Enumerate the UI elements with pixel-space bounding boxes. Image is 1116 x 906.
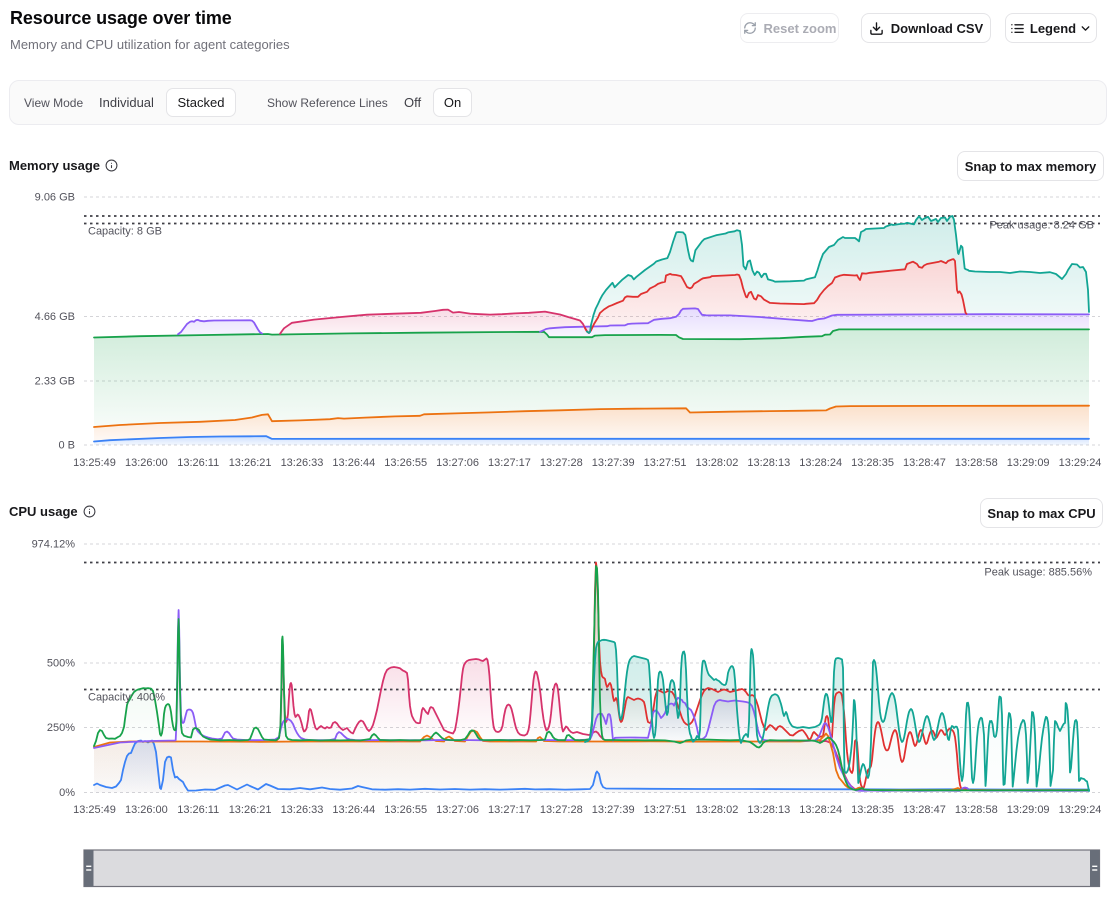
svg-text:13:29:09: 13:29:09 <box>1007 804 1050 816</box>
svg-text:13:27:28: 13:27:28 <box>540 457 583 469</box>
svg-text:13:26:21: 13:26:21 <box>229 804 272 816</box>
svg-text:13:28:35: 13:28:35 <box>851 804 894 816</box>
svg-text:13:27:51: 13:27:51 <box>644 457 687 469</box>
svg-text:13:26:11: 13:26:11 <box>177 457 219 469</box>
svg-text:2.33 GB: 2.33 GB <box>35 376 75 388</box>
svg-text:13:29:24: 13:29:24 <box>1059 804 1102 816</box>
svg-text:4.66 GB: 4.66 GB <box>35 311 75 323</box>
svg-text:13:26:33: 13:26:33 <box>281 804 324 816</box>
svg-text:250%: 250% <box>47 722 75 734</box>
svg-text:Peak usage: 8.24 GB: Peak usage: 8.24 GB <box>989 220 1094 232</box>
svg-text:13:28:24: 13:28:24 <box>799 457 842 469</box>
svg-text:13:27:17: 13:27:17 <box>488 804 531 816</box>
svg-text:13:27:06: 13:27:06 <box>436 804 479 816</box>
svg-text:0 B: 0 B <box>58 440 75 452</box>
svg-text:13:26:33: 13:26:33 <box>281 457 324 469</box>
svg-text:974.12%: 974.12% <box>32 539 76 551</box>
svg-text:13:27:39: 13:27:39 <box>592 457 635 469</box>
svg-text:13:25:49: 13:25:49 <box>73 457 116 469</box>
svg-text:13:28:35: 13:28:35 <box>851 457 894 469</box>
svg-text:13:26:11: 13:26:11 <box>177 804 219 816</box>
svg-text:13:26:55: 13:26:55 <box>384 457 427 469</box>
svg-text:13:28:13: 13:28:13 <box>747 457 790 469</box>
svg-text:13:29:24: 13:29:24 <box>1059 457 1102 469</box>
svg-text:9.06 GB: 9.06 GB <box>35 192 75 204</box>
svg-text:13:27:51: 13:27:51 <box>644 804 687 816</box>
svg-text:13:26:44: 13:26:44 <box>332 804 375 816</box>
svg-text:13:28:13: 13:28:13 <box>747 804 790 816</box>
svg-text:13:26:55: 13:26:55 <box>384 804 427 816</box>
svg-text:13:28:02: 13:28:02 <box>696 457 739 469</box>
svg-text:13:28:47: 13:28:47 <box>903 804 946 816</box>
svg-text:13:29:09: 13:29:09 <box>1007 457 1050 469</box>
svg-text:13:28:58: 13:28:58 <box>955 804 998 816</box>
svg-text:13:27:39: 13:27:39 <box>592 804 635 816</box>
svg-text:13:27:17: 13:27:17 <box>488 457 531 469</box>
svg-text:13:28:24: 13:28:24 <box>799 804 842 816</box>
svg-text:13:27:06: 13:27:06 <box>436 457 479 469</box>
svg-text:13:26:00: 13:26:00 <box>125 457 168 469</box>
svg-text:13:26:21: 13:26:21 <box>229 457 272 469</box>
svg-text:Peak usage: 885.56%: Peak usage: 885.56% <box>984 567 1092 579</box>
svg-text:Capacity: 8 GB: Capacity: 8 GB <box>88 226 162 238</box>
svg-text:13:28:02: 13:28:02 <box>696 804 739 816</box>
svg-text:13:27:28: 13:27:28 <box>540 804 583 816</box>
svg-text:0%: 0% <box>59 787 75 799</box>
svg-text:13:25:49: 13:25:49 <box>73 804 116 816</box>
svg-text:13:28:47: 13:28:47 <box>903 457 946 469</box>
svg-text:13:28:58: 13:28:58 <box>955 457 998 469</box>
svg-text:Capacity: 400%: Capacity: 400% <box>88 692 165 704</box>
svg-text:13:26:00: 13:26:00 <box>125 804 168 816</box>
svg-text:500%: 500% <box>47 658 75 670</box>
svg-text:13:26:44: 13:26:44 <box>332 457 375 469</box>
